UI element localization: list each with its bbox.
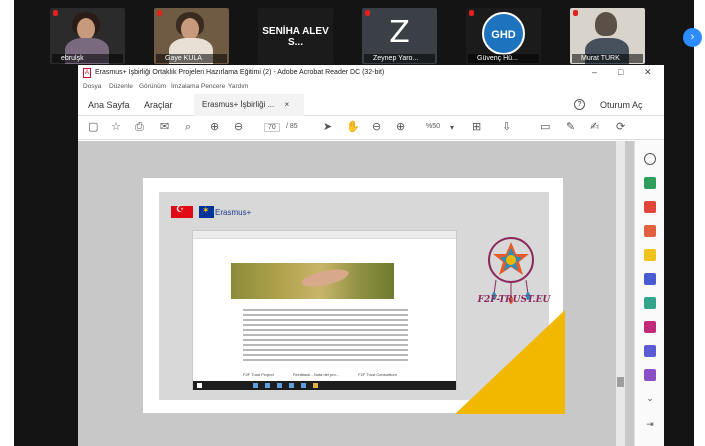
protect-icon[interactable]	[644, 345, 656, 357]
participant-tile[interactable]: Gaye KULA	[154, 8, 229, 64]
menu-bar: Dosya Düzenle Görünüm İmzalama Pencere Y…	[78, 82, 664, 93]
tools-pane: ⌄ ⇥	[634, 141, 664, 446]
bookmark-star-icon[interactable]: ☆	[111, 120, 121, 133]
muted-mic-icon	[157, 10, 162, 16]
scroll-mode-icon[interactable]: ⇩	[502, 120, 511, 133]
organize-pages-icon[interactable]	[644, 297, 656, 309]
participant-video	[595, 12, 617, 36]
muted-mic-icon	[469, 10, 474, 16]
search-icon[interactable]	[644, 153, 656, 165]
acrobat-window: A Erasmus+ İşbirliği Ortaklık Projeleri …	[78, 65, 664, 446]
site-footer: F2F Trust Project Feedback - Nota del pr…	[243, 372, 397, 377]
save-icon[interactable]: ▢	[88, 120, 98, 133]
export-pdf-icon[interactable]	[644, 177, 656, 189]
close-button[interactable]: ✕	[644, 67, 652, 78]
page-up-icon[interactable]: ⊕	[210, 120, 219, 133]
tab-tools[interactable]: Araçlar	[144, 100, 173, 110]
zoom-in-icon[interactable]: ⊕	[396, 120, 405, 133]
menu-item-sign[interactable]: İmzalama	[171, 83, 199, 90]
chevron-right-icon[interactable]: ›	[683, 28, 702, 47]
tab-home[interactable]: Ana Sayfa	[88, 100, 130, 110]
participant-name: SENİHA ALEV S...	[262, 26, 329, 48]
maximize-button[interactable]: □	[618, 67, 623, 77]
pdf-icon: A	[83, 68, 91, 78]
collapse-pane-icon[interactable]: ⇥	[644, 419, 656, 431]
tab-document-label: Erasmus+ İşbirliği ...	[202, 100, 275, 109]
page-down-icon[interactable]: ⊖	[234, 120, 243, 133]
turkish-flag-icon	[171, 204, 193, 218]
pdf-page: Erasmus+ F2F Trust Project Feedback - No…	[143, 178, 565, 414]
participant-initial: Z	[389, 15, 410, 50]
participant-name: ebrulşk	[52, 54, 123, 63]
search-icon[interactable]: ⌕	[185, 120, 191, 134]
participant-tile[interactable]: ebrulşk	[50, 8, 125, 64]
footer-item: F2F Trust Project	[243, 372, 274, 377]
create-pdf-icon[interactable]	[644, 201, 656, 213]
dreamcatcher-logo	[488, 237, 534, 304]
hero-image	[231, 263, 394, 299]
logo-caption: F2F-TRUST.EU	[477, 295, 551, 305]
fit-page-icon[interactable]: ⊞	[472, 120, 481, 133]
tab-document[interactable]: Erasmus+ İşbirliği ... ×	[194, 94, 304, 116]
comment-icon[interactable]: ▭	[540, 120, 550, 133]
menu-item-window[interactable]: Pencere	[201, 83, 225, 90]
select-cursor-icon[interactable]: ➤	[323, 120, 332, 133]
taskbar	[193, 381, 456, 390]
toolbar: ▢ ☆ ⎙ ✉ ⌕ ⊕ ⊖ 70 / 85 ➤ ✋ ⊖ ⊕ %50 ▾ ⊞ ⇩ …	[78, 116, 664, 140]
combine-files-icon[interactable]	[644, 273, 656, 285]
window-title: Erasmus+ İşbirliği Ortaklık Projeleri Ha…	[95, 69, 385, 76]
menu-item-edit[interactable]: Düzenle	[109, 83, 133, 90]
muted-mic-icon	[53, 10, 58, 16]
participant-name: Zeynep Yaro...	[364, 54, 435, 63]
browser-bar	[193, 231, 456, 239]
zoom-out-icon[interactable]: ⊖	[372, 120, 381, 133]
menu-item-view[interactable]: Görünüm	[139, 83, 166, 90]
hand-tool-icon[interactable]: ✋	[346, 120, 360, 133]
participant-name: Güvenç Hü...	[468, 54, 539, 63]
menu-item-file[interactable]: Dosya	[83, 83, 101, 90]
participant-tile[interactable]: Z Zeynep Yaro...	[362, 8, 437, 64]
comment-icon[interactable]	[644, 249, 656, 261]
chevron-down-icon[interactable]: ⌄	[644, 393, 656, 405]
scrollbar-thumb[interactable]	[617, 377, 624, 387]
signin-button[interactable]: Oturum Aç	[600, 100, 643, 110]
tab-close-icon[interactable]: ×	[284, 100, 289, 109]
footer-item: F2F Trust Consortium	[358, 372, 397, 377]
highlight-pen-icon[interactable]: ✎	[566, 120, 575, 133]
website-screenshot: F2F Trust Project Feedback - Nota del pr…	[192, 230, 457, 390]
participant-tile[interactable]: GHD Güvenç Hü...	[466, 8, 541, 64]
muted-mic-icon	[365, 10, 370, 16]
print-icon[interactable]: ⎙	[135, 120, 144, 134]
sign-icon[interactable]: ✍	[590, 120, 599, 133]
email-icon[interactable]: ✉	[160, 120, 169, 133]
page-total: / 85	[286, 123, 298, 130]
meeting-window: ebrulşk Gaye KULA SENİHA ALEV S... Z Zey…	[14, 0, 702, 446]
help-icon[interactable]: ?	[574, 99, 585, 110]
send-signature-icon[interactable]	[644, 369, 656, 381]
participant-name: Murat TÜRK	[572, 54, 643, 63]
eu-flag-icon	[199, 205, 214, 218]
participant-tile[interactable]: Murat TÜRK	[570, 8, 645, 64]
title-bar: A Erasmus+ İşbirliği Ortaklık Projeleri …	[78, 65, 664, 82]
zoom-dropdown-icon[interactable]: ▾	[450, 123, 454, 132]
body-text	[243, 309, 408, 364]
share-icon[interactable]: ⟳	[616, 120, 625, 133]
muted-mic-icon	[573, 10, 578, 16]
participant-logo: GHD	[482, 12, 525, 55]
menu-item-help[interactable]: Yardım	[228, 83, 248, 90]
zoom-level[interactable]: %50	[426, 123, 440, 130]
tab-bar: Ana Sayfa Araçlar Erasmus+ İşbirliği ...…	[78, 94, 664, 116]
slide-background: Erasmus+ F2F Trust Project Feedback - No…	[159, 192, 565, 414]
participant-name: Gaye KULA	[156, 54, 227, 63]
erasmus-label: Erasmus+	[215, 208, 252, 217]
minimize-button[interactable]: –	[592, 67, 597, 77]
fill-sign-icon[interactable]	[644, 321, 656, 333]
edit-pdf-icon[interactable]	[644, 225, 656, 237]
participant-tile[interactable]: SENİHA ALEV S...	[258, 8, 333, 64]
footer-item: Feedback - Nota del pro...	[292, 372, 340, 377]
page-number-input[interactable]: 70	[264, 123, 280, 132]
vertical-scrollbar[interactable]	[616, 141, 625, 446]
